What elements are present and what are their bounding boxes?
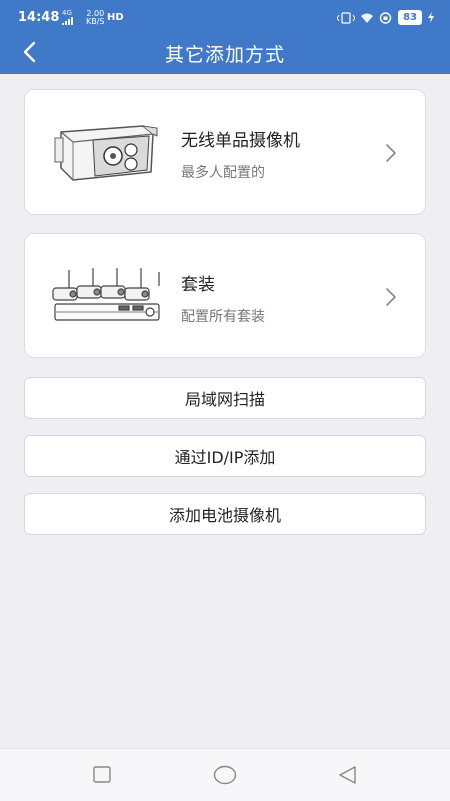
vibrate-icon — [337, 11, 356, 24]
option-wireless-camera[interactable]: 无线单品摄像机 最多人配置的 — [24, 89, 426, 215]
triangle-back-icon — [339, 766, 356, 784]
option-kit[interactable]: 套装 配置所有套装 — [24, 233, 426, 358]
system-nav-bar — [0, 748, 450, 801]
home-button[interactable] — [211, 763, 239, 787]
status-bar: 14:48 4G 2.00 KB/S HD 83 — [0, 0, 450, 36]
square-icon — [93, 766, 111, 783]
wifi-icon — [361, 13, 374, 23]
signal-icon — [62, 17, 73, 25]
bullet-camera-image — [54, 125, 158, 181]
chevron-right-icon — [386, 144, 396, 162]
network-indicator: 4G — [62, 9, 74, 27]
nav-back-button[interactable] — [334, 763, 362, 787]
alarm-icon — [379, 12, 392, 24]
status-right: 83 — [337, 10, 434, 25]
add-battery-camera-button[interactable]: 添加电池摄像机 — [24, 493, 426, 535]
speed-unit: KB/S — [86, 17, 105, 26]
status-time: 14:48 — [18, 10, 60, 25]
lan-scan-button[interactable]: 局域网扫描 — [24, 377, 426, 419]
app-bar: 14:48 4G 2.00 KB/S HD 83 其它添加方式 — [0, 0, 450, 74]
battery-level: 83 — [398, 10, 422, 25]
option-name: 套装 — [181, 275, 215, 295]
option-desc: 最多人配置的 — [181, 165, 265, 181]
page-title: 其它添加方式 — [164, 44, 285, 66]
recents-button[interactable] — [88, 763, 116, 787]
network-speed: 2.00 KB/S — [86, 10, 105, 26]
circle-icon — [213, 765, 237, 785]
chevron-right-icon — [386, 288, 396, 306]
option-name: 无线单品摄像机 — [181, 131, 300, 151]
charging-icon — [428, 12, 434, 23]
network-type: 4G — [62, 9, 72, 17]
option-desc: 配置所有套装 — [181, 309, 265, 325]
hd-indicator: HD — [107, 12, 124, 23]
camera-kit-image — [52, 268, 160, 321]
add-by-id-ip-button[interactable]: 通过ID/IP添加 — [24, 435, 426, 477]
